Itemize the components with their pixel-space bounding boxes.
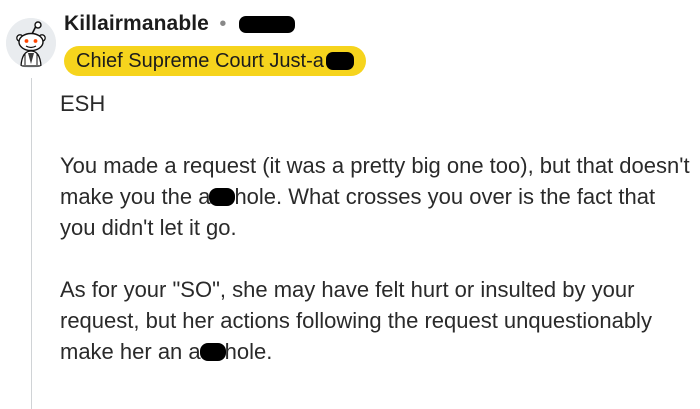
redacted-word [199,343,226,361]
user-flair: Chief Supreme Court Just-a [64,46,366,76]
paragraph-1: You made a request (it was a pretty big … [60,150,696,243]
redacted-word [209,188,236,206]
comment: Killairmanable • Chief Supreme Court Jus… [0,0,700,409]
comment-body: ESH You made a request (it was a pretty … [60,88,696,398]
paragraph-2-text-b: hole. [224,339,273,364]
thread-line[interactable] [31,78,32,409]
paragraph-2: As for your "SO", she may have felt hurt… [60,274,696,367]
flair-text: Chief Supreme Court Just-a [76,50,324,72]
paragraph-2-text-a: As for your "SO", she may have felt hurt… [60,277,652,364]
comment-header: Killairmanable • [64,12,700,36]
snoo-avatar-icon [6,18,56,68]
verdict-text: ESH [60,91,106,116]
redacted-timestamp [238,15,295,33]
redacted-flair-suffix [325,52,354,70]
separator-dot: • [219,12,227,35]
username[interactable]: Killairmanable [64,12,209,36]
avatar[interactable] [6,18,56,68]
